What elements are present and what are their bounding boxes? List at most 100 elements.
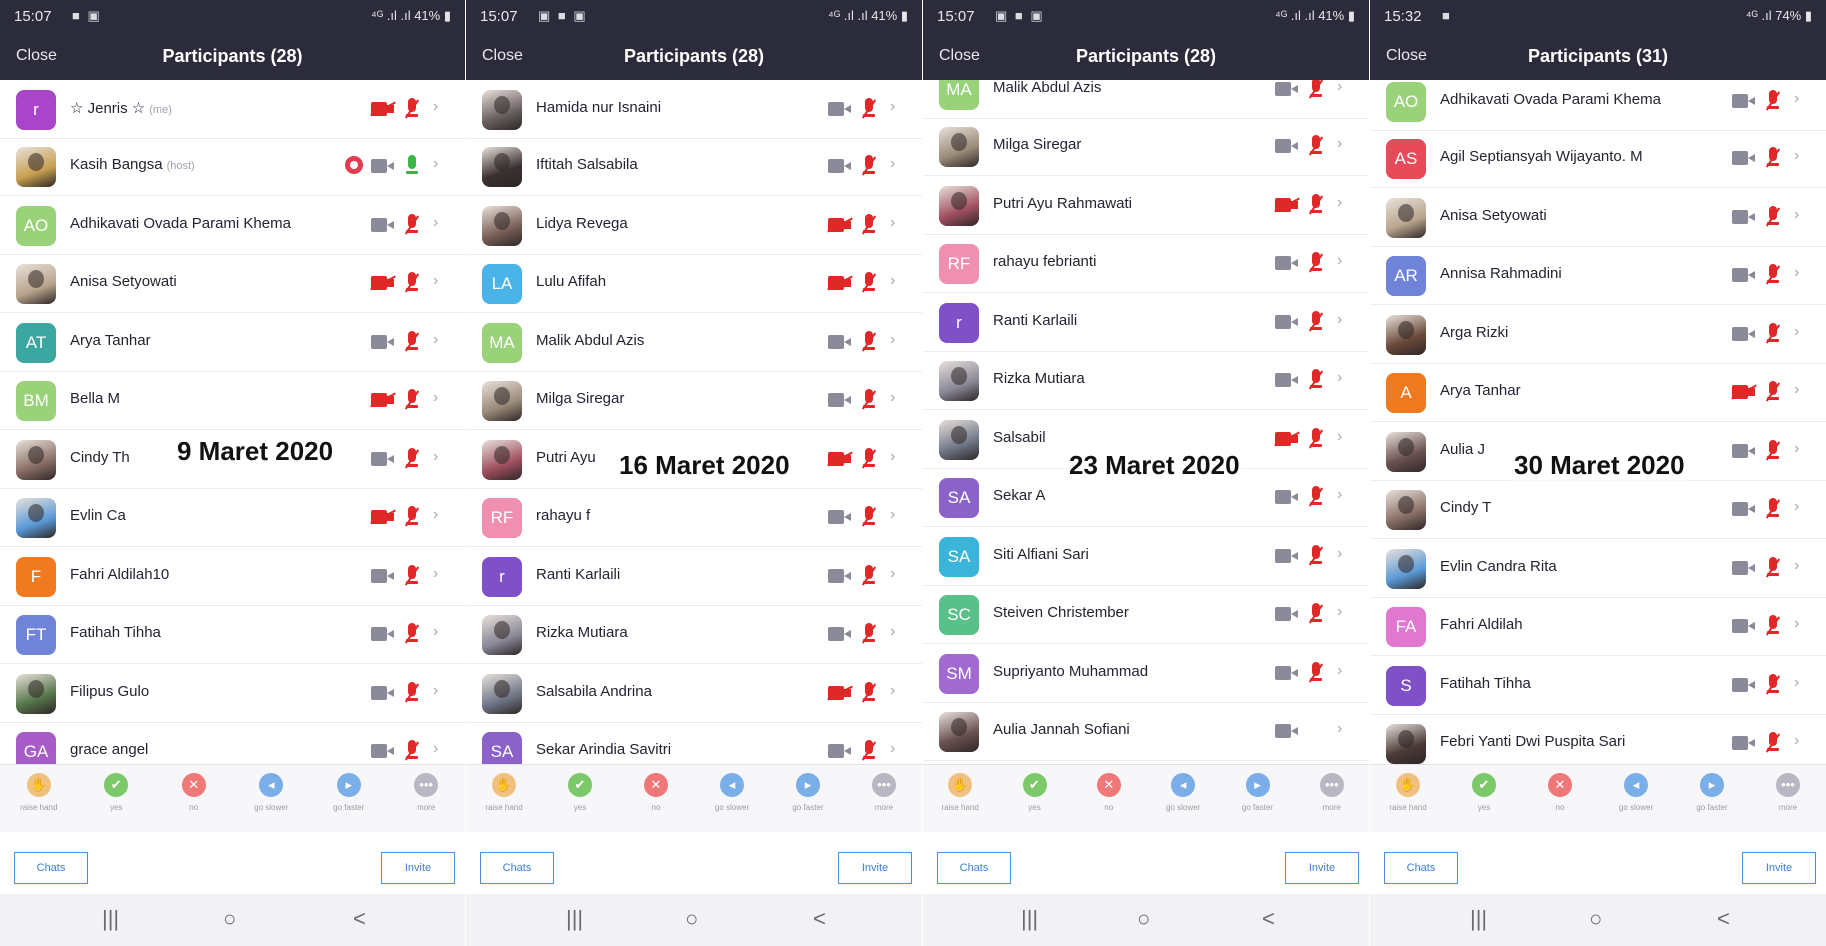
participant-row[interactable]: BM Bella M › xyxy=(0,371,465,430)
participant-row[interactable]: Arga Rizki › xyxy=(1370,305,1826,364)
recents-icon[interactable]: ||| xyxy=(566,906,583,932)
reaction-go-faster[interactable]: ▸ go faster xyxy=(319,773,379,812)
participant-row[interactable]: SA Siti Alfiani Sari › xyxy=(923,527,1369,586)
participant-row[interactable]: r Ranti Karlaili › xyxy=(923,293,1369,352)
participant-row[interactable]: FT Fatihah Tihha › xyxy=(0,605,465,664)
reaction-raise-hand[interactable]: ✋ raise hand xyxy=(1378,773,1438,812)
participant-row[interactable]: Anisa Setyowati › xyxy=(0,254,465,313)
back-icon[interactable]: < xyxy=(1262,906,1275,932)
participant-row[interactable]: Iftitah Salsabila › xyxy=(466,137,922,196)
invite-button[interactable]: Invite xyxy=(381,852,455,884)
participant-row[interactable]: GA grace angel › xyxy=(0,722,465,764)
reaction-raise-hand[interactable]: ✋ raise hand xyxy=(474,773,534,812)
recents-icon[interactable]: ||| xyxy=(1021,906,1038,932)
participant-row[interactable]: Anisa Setyowati › xyxy=(1370,188,1826,247)
reaction-more[interactable]: ••• more xyxy=(854,773,914,812)
participant-row[interactable]: Rizka Mutiara › xyxy=(466,605,922,664)
participant-row[interactable]: Kasih Bangsa (host) › xyxy=(0,137,465,196)
back-icon[interactable]: < xyxy=(1717,906,1730,932)
reaction-go-slower[interactable]: ◂ go slower xyxy=(1153,773,1213,812)
participant-list[interactable]: r ☆ Jenris ☆ (me) › Kasih Bangsa (host) › AO Adh… xyxy=(0,80,465,764)
reaction-yes[interactable]: ✔ yes xyxy=(550,773,610,812)
close-button[interactable]: Close xyxy=(16,47,57,65)
participant-row[interactable]: Aulia Jannah Sofiani › xyxy=(923,702,1369,761)
chats-button[interactable]: Chats xyxy=(14,852,88,884)
reaction-yes[interactable]: ✔ yes xyxy=(86,773,146,812)
participant-row[interactable]: AS Agil Septiansyah Wijayanto. M › xyxy=(1370,129,1826,188)
participant-row[interactable]: Hamida nur Isnaini › xyxy=(466,80,922,139)
reaction-more[interactable]: ••• more xyxy=(1758,773,1818,812)
participant-row[interactable]: Febri Yanti Dwi Puspita Sari › xyxy=(1370,714,1826,764)
participant-list[interactable]: MA Malik Abdul Azis › Milga Siregar › Putri A… xyxy=(923,80,1369,764)
participant-row[interactable]: Filipus Gulo › xyxy=(0,664,465,723)
participant-row[interactable]: Rizka Mutiara › xyxy=(923,351,1369,410)
participant-row[interactable]: AO Adhikavati Ovada Parami Khema › xyxy=(0,196,465,255)
participant-row[interactable]: Milga Siregar › xyxy=(923,117,1369,176)
participant-row[interactable]: Salsabila Andrina › xyxy=(466,664,922,723)
participant-row[interactable]: MA Malik Abdul Azis › xyxy=(923,80,1369,119)
participant-row[interactable]: r ☆ Jenris ☆ (me) › xyxy=(0,80,465,139)
participant-row[interactable]: RF rahayu f › xyxy=(466,488,922,547)
reaction-go-slower[interactable]: ◂ go slower xyxy=(241,773,301,812)
participant-row[interactable]: MA Malik Abdul Azis › xyxy=(466,313,922,372)
participant-row[interactable]: Evlin Ca › xyxy=(0,488,465,547)
participant-list[interactable]: Hamida nur Isnaini › Iftitah Salsabila › Lid… xyxy=(466,80,922,764)
reaction-no[interactable]: ✕ no xyxy=(1530,773,1590,812)
participant-list[interactable]: AO Adhikavati Ovada Parami Khema › AS Agil S… xyxy=(1370,80,1826,764)
reaction-more[interactable]: ••• more xyxy=(396,773,456,812)
participant-row[interactable]: Milga Siregar › xyxy=(466,371,922,430)
participant-row[interactable]: AR Annisa Rahmadini › xyxy=(1370,246,1826,305)
home-icon[interactable]: ○ xyxy=(685,906,698,932)
no-icon: ✕ xyxy=(181,773,206,797)
participant-row[interactable]: AT Arya Tanhar › xyxy=(0,313,465,372)
invite-button[interactable]: Invite xyxy=(1742,852,1816,884)
participant-row[interactable]: LA Lulu Afifah › xyxy=(466,254,922,313)
recents-icon[interactable]: ||| xyxy=(102,906,119,932)
participant-row[interactable]: AO Adhikavati Ovada Parami Khema › xyxy=(1370,80,1826,131)
participant-row[interactable]: SM Supriyanto Muhammad › xyxy=(923,644,1369,703)
close-button[interactable]: Close xyxy=(939,47,980,65)
reaction-more[interactable]: ••• more xyxy=(1302,773,1362,812)
participant-name: Rizka Mutiara xyxy=(536,624,628,641)
participant-row[interactable]: A Arya Tanhar › xyxy=(1370,363,1826,422)
participant-row[interactable]: SA Sekar Arindia Savitri › xyxy=(466,722,922,764)
participant-row[interactable]: F Fahri Aldilah10 › xyxy=(0,547,465,606)
reaction-go-faster[interactable]: ▸ go faster xyxy=(1228,773,1288,812)
close-button[interactable]: Close xyxy=(1386,47,1427,65)
chats-button[interactable]: Chats xyxy=(937,852,1011,884)
reaction-raise-hand[interactable]: ✋ raise hand xyxy=(930,773,990,812)
reaction-go-faster[interactable]: ▸ go faster xyxy=(778,773,838,812)
reaction-yes[interactable]: ✔ yes xyxy=(1454,773,1514,812)
recents-icon[interactable]: ||| xyxy=(1470,906,1487,932)
invite-button[interactable]: Invite xyxy=(838,852,912,884)
reaction-no[interactable]: ✕ no xyxy=(1079,773,1139,812)
reaction-go-slower[interactable]: ◂ go slower xyxy=(1606,773,1666,812)
participant-row[interactable]: SC Steiven Christember › xyxy=(923,585,1369,644)
reaction-no[interactable]: ✕ no xyxy=(164,773,224,812)
reaction-go-faster[interactable]: ▸ go faster xyxy=(1682,773,1742,812)
participant-row[interactable]: FA Fahri Aldilah › xyxy=(1370,597,1826,656)
close-button[interactable]: Close xyxy=(482,47,523,65)
participant-row[interactable]: S Fatihah Tihha › xyxy=(1370,656,1826,715)
chats-button[interactable]: Chats xyxy=(480,852,554,884)
chats-button[interactable]: Chats xyxy=(1384,852,1458,884)
participant-row[interactable]: r Ranti Karlaili › xyxy=(466,547,922,606)
participant-name-text: Anisa Setyowati xyxy=(1440,207,1547,224)
home-icon[interactable]: ○ xyxy=(223,906,236,932)
home-icon[interactable]: ○ xyxy=(1589,906,1602,932)
back-icon[interactable]: < xyxy=(353,906,366,932)
video-camera-icon xyxy=(828,102,852,116)
back-icon[interactable]: < xyxy=(813,906,826,932)
reaction-yes[interactable]: ✔ yes xyxy=(1005,773,1065,812)
participant-row[interactable]: Putri Ayu Rahmawati › xyxy=(923,176,1369,235)
participant-row[interactable]: RF rahayu febrianti › xyxy=(923,234,1369,293)
invite-button[interactable]: Invite xyxy=(1285,852,1359,884)
reaction-no[interactable]: ✕ no xyxy=(626,773,686,812)
reaction-go-slower[interactable]: ◂ go slower xyxy=(702,773,762,812)
home-icon[interactable]: ○ xyxy=(1137,906,1150,932)
participant-row[interactable]: Lidya Revega › xyxy=(466,196,922,255)
participant-row[interactable]: Evlin Candra Rita › xyxy=(1370,539,1826,598)
participant-row[interactable]: Cindy T › xyxy=(1370,480,1826,539)
participant-name: Aulia Jannah Sofiani xyxy=(993,721,1130,738)
reaction-raise-hand[interactable]: ✋ raise hand xyxy=(9,773,69,812)
